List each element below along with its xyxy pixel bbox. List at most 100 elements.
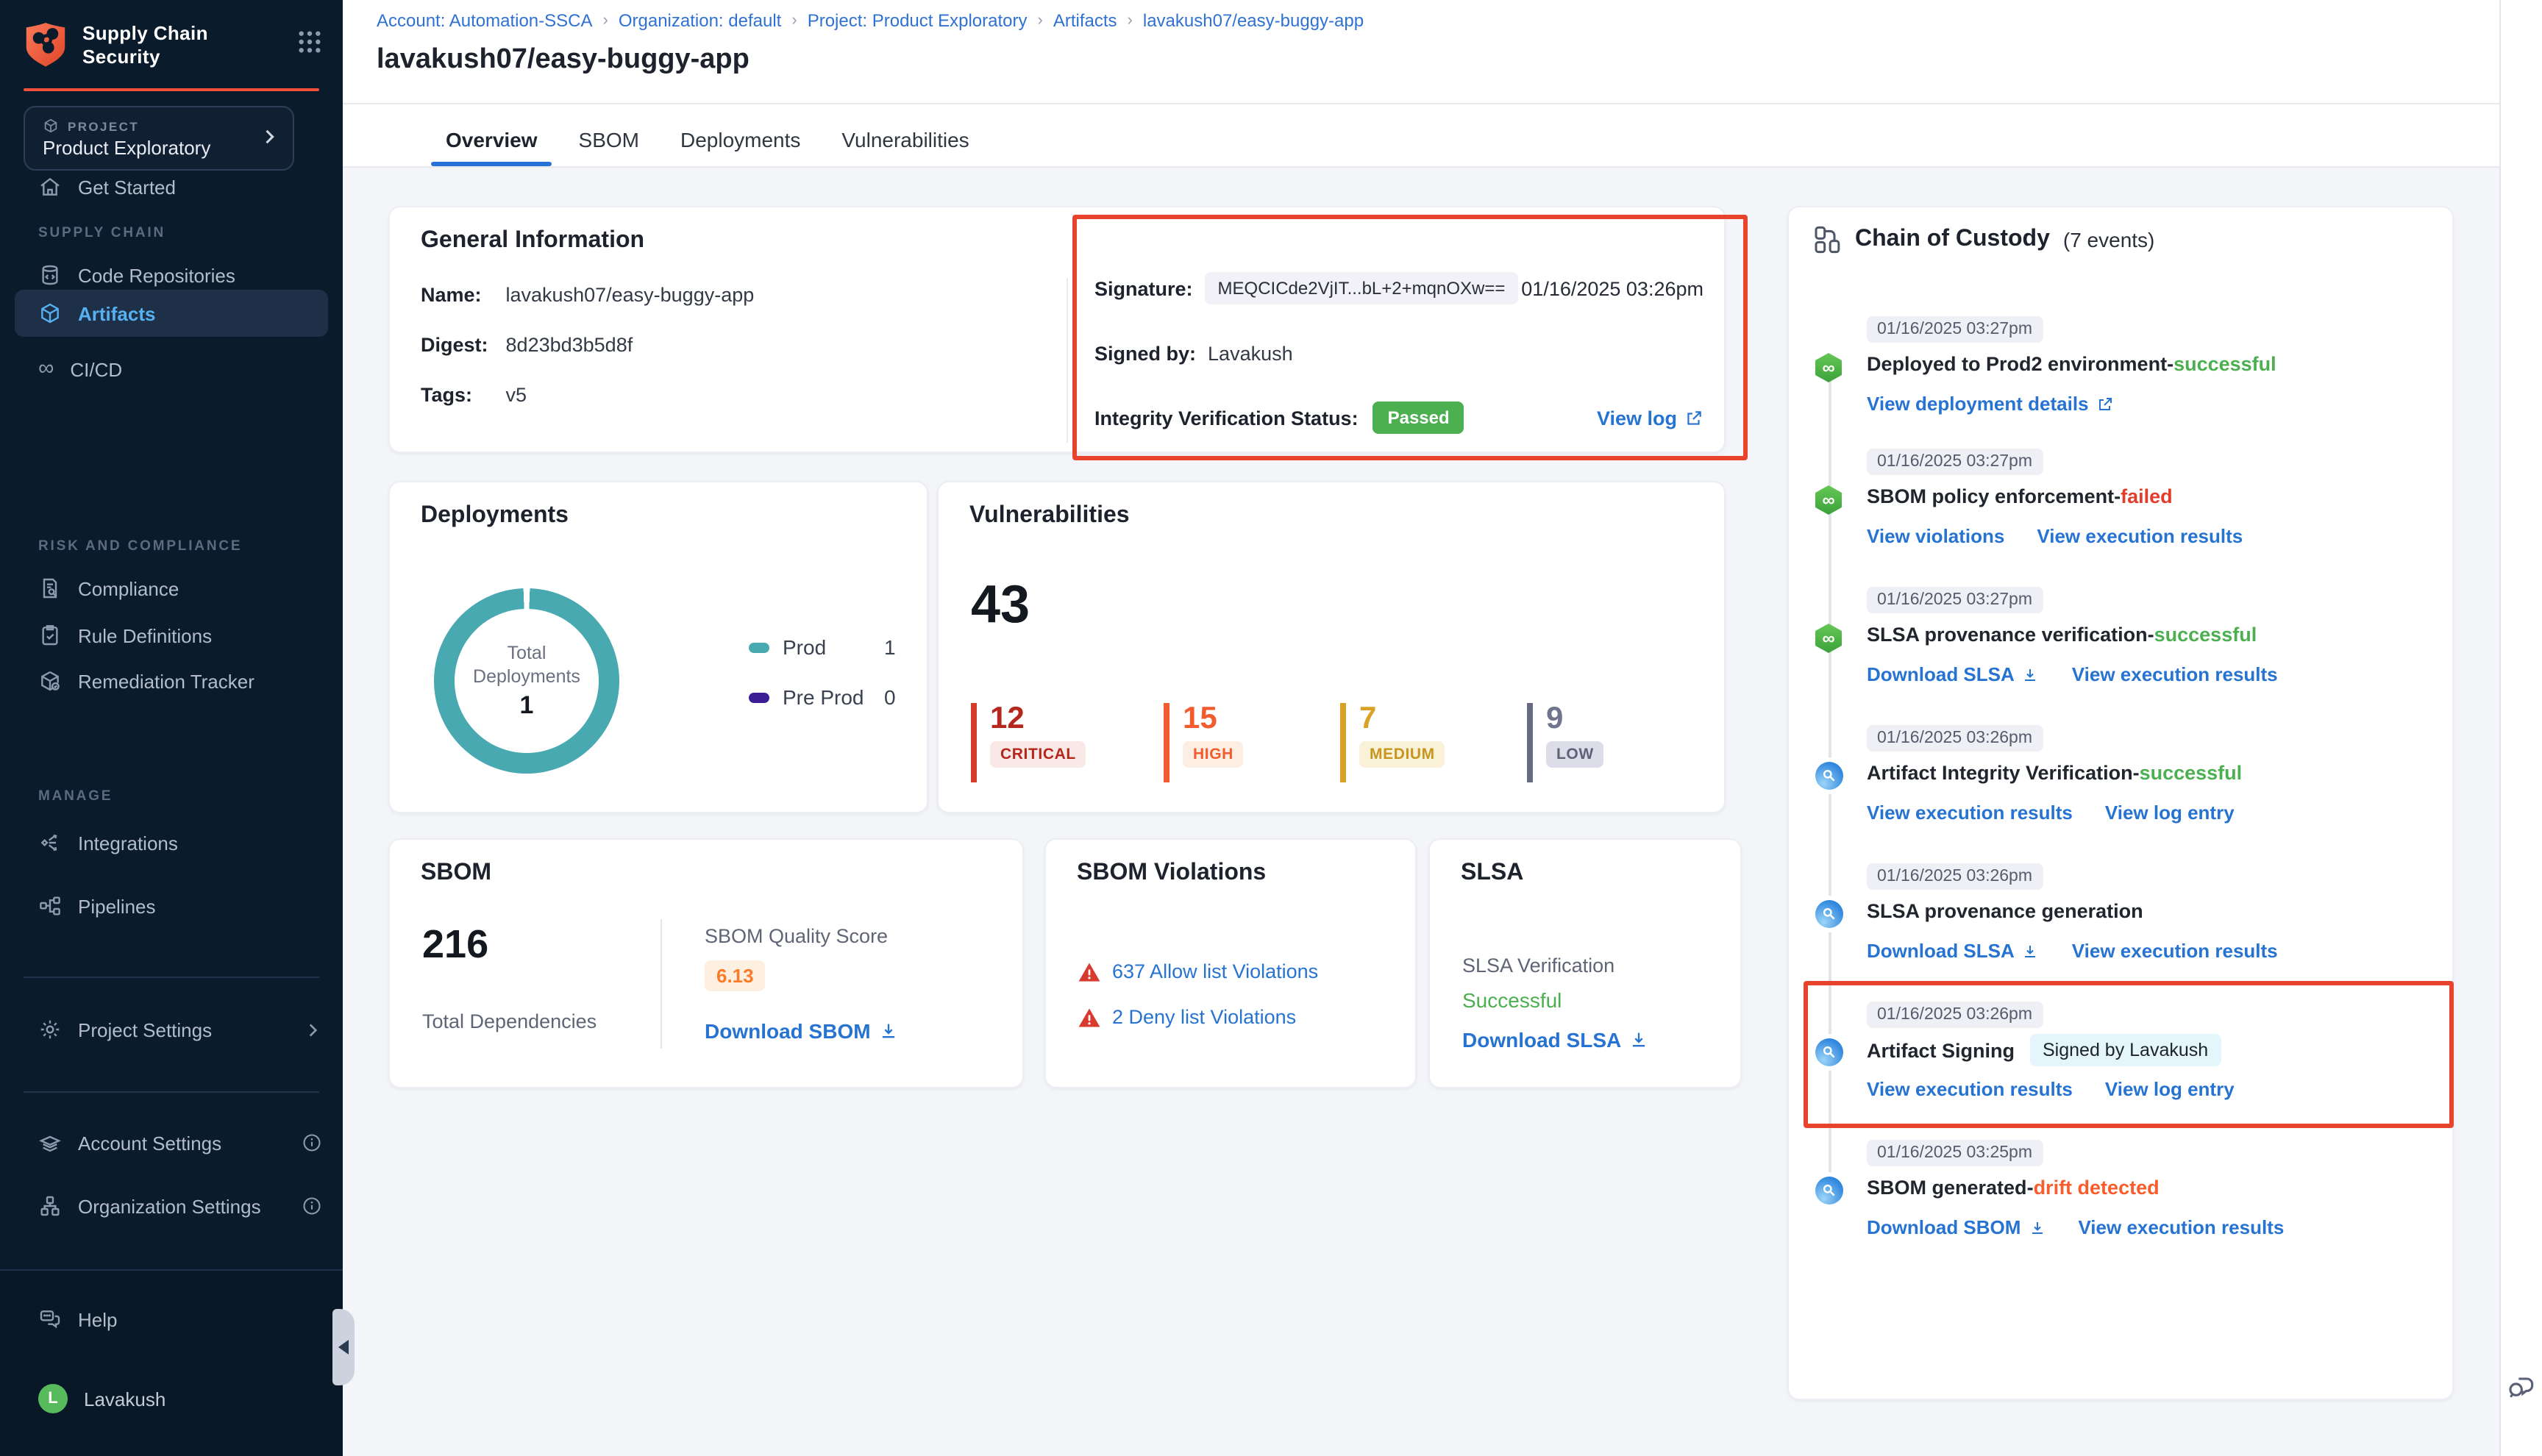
vulnerabilities-total: 43 — [971, 574, 1030, 635]
sidebar-item-compliance[interactable]: Compliance — [0, 566, 343, 610]
legend-item-prod: Prod — [749, 635, 826, 659]
download-slsa-link[interactable]: Download SLSA — [1462, 1028, 1649, 1052]
sidebar-item-artifacts[interactable]: Artifacts — [15, 290, 328, 337]
event-timestamp: 01/16/2025 03:26pm — [1867, 863, 2043, 890]
deny-list-violations-row: 2 Deny list Violations — [1078, 1006, 1296, 1028]
page-header: Account: Automation-SSCA › Organization:… — [343, 0, 2542, 168]
info-icon — [302, 1196, 322, 1216]
event-title: SLSA provenance generation — [1867, 900, 2143, 922]
breadcrumb-separator: › — [603, 12, 608, 29]
pipelines-icon — [38, 894, 62, 918]
sidebar: Supply ChainSecurity PROJECT Product Exp… — [0, 0, 343, 1456]
name-row: Name: lavakush07/easy-buggy-app — [421, 284, 754, 306]
project-label: PROJECT — [68, 118, 139, 133]
right-utility-strip — [2499, 0, 2542, 1456]
integrations-icon — [38, 831, 62, 854]
signature-value: MEQCICde2VjIT...bL+2+mqnOXw== — [1205, 272, 1519, 304]
sidebar-user[interactable]: L Lavakush — [0, 1377, 343, 1421]
sidebar-item-project-settings[interactable]: Project Settings — [0, 1007, 343, 1052]
view-log-link[interactable]: View log — [1597, 407, 1703, 429]
sidebar-item-get-started[interactable]: Get Started — [0, 165, 343, 209]
sidebar-item-rule-definitions[interactable]: Rule Definitions — [0, 613, 343, 657]
sidebar-section-risk-compliance: RISK AND COMPLIANCE — [38, 538, 242, 554]
allow-list-violations-link[interactable]: 637 Allow list Violations — [1112, 960, 1318, 982]
view-execution-results-link[interactable]: View execution results — [2072, 940, 2278, 962]
event-title: SLSA provenance verification — [1867, 624, 2148, 646]
breadcrumb-separator: › — [1128, 12, 1133, 29]
preprod-count: 0 — [884, 685, 896, 709]
signature-row: Signature: MEQCICde2VjIT...bL+2+mqnOXw==… — [1094, 272, 1724, 304]
sbom-violations-title: SBOM Violations — [1077, 860, 1266, 887]
download-sbom-link[interactable]: Download SBOM — [705, 1019, 899, 1043]
download-sbom-link[interactable]: Download SBOM — [1867, 1216, 2046, 1238]
breadcrumb-account[interactable]: Account: Automation-SSCA — [377, 10, 593, 31]
warning-icon — [1078, 1007, 1100, 1027]
sidebar-item-account-settings[interactable]: Account Settings — [0, 1121, 343, 1165]
download-icon — [2028, 1218, 2046, 1236]
chain-of-custody-icon — [1812, 225, 1842, 254]
download-icon — [2022, 942, 2040, 960]
event-title: SBOM policy enforcement — [1867, 485, 2114, 507]
download-icon — [2022, 665, 2040, 683]
tab-vulnerabilities[interactable]: Vulnerabilities — [821, 115, 989, 165]
view-execution-results-link[interactable]: View execution results — [2037, 525, 2243, 547]
warning-icon — [1078, 961, 1100, 982]
avatar: L — [38, 1384, 68, 1413]
breadcrumb-artifacts[interactable]: Artifacts — [1053, 10, 1117, 31]
legend-item-preprod: Pre Prod — [749, 685, 864, 709]
deny-list-violations-link[interactable]: 2 Deny list Violations — [1112, 1006, 1296, 1028]
tab-sbom[interactable]: SBOM — [558, 115, 660, 165]
view-log-entry-link[interactable]: View log entry — [2105, 802, 2235, 824]
signature-timestamp: 01/16/2025 03:26pm — [1521, 277, 1703, 299]
layers-gear-icon — [38, 1131, 62, 1155]
tab-overview[interactable]: Overview — [425, 115, 558, 165]
sidebar-item-organization-settings[interactable]: Organization Settings — [0, 1184, 343, 1228]
prod-legend-marker — [749, 642, 769, 652]
app-switcher-grid-icon[interactable] — [297, 29, 322, 54]
download-slsa-link[interactable]: Download SLSA — [1867, 940, 2040, 962]
app-title: Supply ChainSecurity — [82, 22, 208, 69]
view-violations-link[interactable]: View violations — [1867, 525, 2004, 547]
chevron-right-icon — [303, 1020, 322, 1039]
breadcrumb-current[interactable]: lavakush07/easy-buggy-app — [1143, 10, 1364, 31]
header-divider — [343, 103, 2542, 104]
view-execution-results-link[interactable]: View execution results — [2072, 663, 2278, 685]
sidebar-divider — [24, 977, 319, 978]
tab-deployments[interactable]: Deployments — [660, 115, 821, 165]
compliance-doc-icon — [38, 577, 62, 600]
app-window: Supply ChainSecurity PROJECT Product Exp… — [0, 0, 2542, 1456]
support-chat-icon[interactable] — [2505, 1371, 2538, 1403]
view-execution-results-link[interactable]: View execution results — [1867, 802, 2073, 824]
sidebar-item-pipelines[interactable]: Pipelines — [0, 884, 343, 928]
chain-of-custody-count: (7 events) — [2063, 228, 2155, 251]
sidebar-item-remediation-tracker[interactable]: Remediation Tracker — [0, 659, 343, 703]
event-status: successful — [2154, 624, 2257, 646]
vuln-stat-high: 15 HIGH — [1164, 703, 1244, 782]
project-cube-icon — [43, 118, 59, 134]
download-icon — [1628, 1029, 1649, 1050]
digest-row: Digest: 8d23bd3b5d8f — [421, 334, 633, 356]
download-slsa-link[interactable]: Download SLSA — [1867, 663, 2040, 685]
artifact-digest: 8d23bd3b5d8f — [506, 334, 633, 356]
view-deployment-details-link[interactable]: View deployment details — [1867, 393, 2114, 415]
event-status: failed — [2121, 485, 2173, 507]
breadcrumb-project[interactable]: Project: Product Exploratory — [808, 10, 1028, 31]
sidebar-collapse-handle[interactable] — [332, 1309, 355, 1385]
sidebar-item-help[interactable]: Help — [0, 1297, 343, 1341]
slsa-verification-label: SLSA Verification — [1462, 954, 1614, 977]
sbom-violations-card: SBOM Violations 637 Allow list Violation… — [1044, 838, 1417, 1088]
view-execution-results-link[interactable]: View execution results — [1867, 1078, 2073, 1100]
sidebar-item-cicd[interactable]: ∞ CI/CD — [0, 347, 343, 391]
info-icon — [302, 1132, 322, 1153]
view-execution-results-link[interactable]: View execution results — [2078, 1216, 2284, 1238]
project-name: Product Exploratory — [43, 137, 210, 159]
breadcrumb-organization[interactable]: Organization: default — [619, 10, 782, 31]
vulnerabilities-card: Vulnerabilities 43 12 CRITICAL 15 HIGH 7… — [937, 481, 1726, 813]
sidebar-item-integrations[interactable]: Integrations — [0, 821, 343, 865]
page-title: lavakush07/easy-buggy-app — [377, 44, 750, 76]
view-log-entry-link[interactable]: View log entry — [2105, 1078, 2235, 1100]
collapse-left-icon — [338, 1340, 349, 1355]
project-selector[interactable]: PROJECT Product Exploratory — [24, 106, 294, 171]
signed-by-row: Signed by: Lavakush — [1094, 343, 1293, 365]
tags-row: Tags: v5 — [421, 384, 527, 406]
